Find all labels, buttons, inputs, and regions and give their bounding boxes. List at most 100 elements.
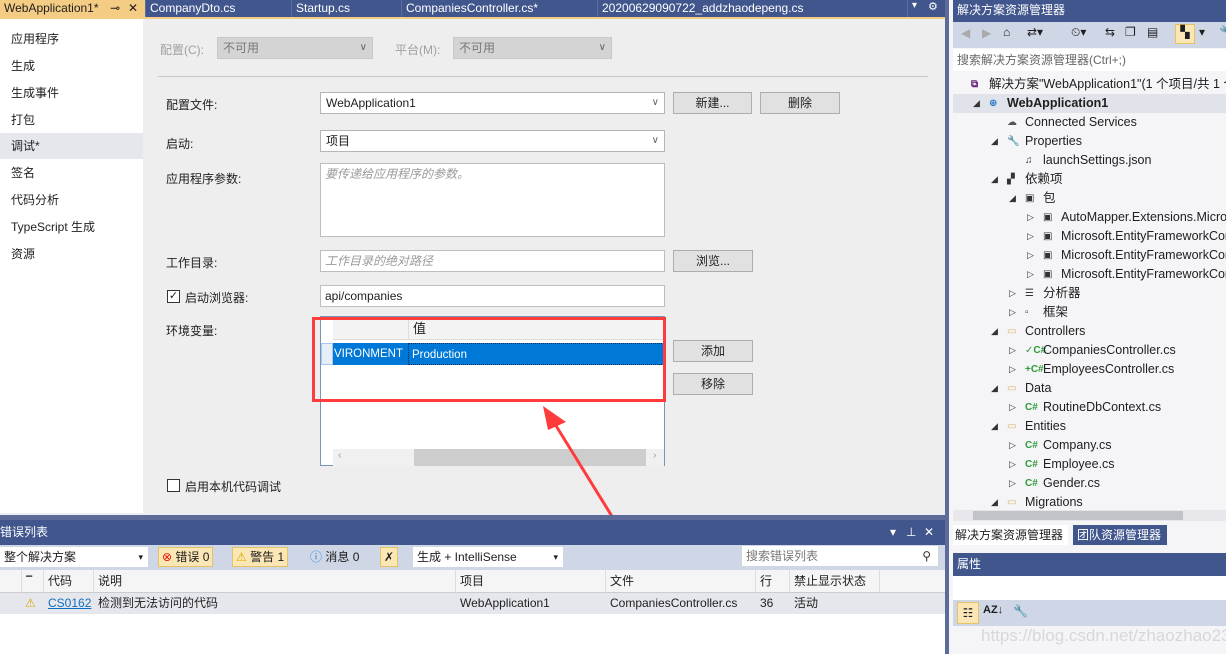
workdir-input[interactable]: 工作目录的绝对路径 xyxy=(320,250,665,272)
tree-item[interactable]: ◢ ⊕ WebApplication1 xyxy=(953,94,1226,113)
property-pages-icon[interactable]: 🔧 xyxy=(1013,604,1028,618)
scroll-right-icon[interactable]: › xyxy=(653,450,656,461)
col-file[interactable]: 文件 xyxy=(606,570,756,592)
errors-filter-button[interactable]: ⊗ 错误 0 xyxy=(158,547,214,567)
gear-icon[interactable]: ⚙ xyxy=(928,0,938,13)
tree-item[interactable]: ▷ C# RoutineDbContext.cs xyxy=(953,398,1226,417)
tree-item[interactable]: ◢ ▭ Controllers xyxy=(953,322,1226,341)
nav-debug[interactable]: 调试* xyxy=(0,133,151,159)
collapse-arrow-icon[interactable]: ◢ xyxy=(991,379,998,398)
tree-item[interactable]: ◢ ▣ 包 xyxy=(953,189,1226,208)
tree-item[interactable]: ♫ launchSettings.json xyxy=(953,151,1226,170)
switch-views-icon[interactable]: ⇄▾ xyxy=(1027,25,1043,39)
tree-item[interactable]: ▷ ▣ Microsoft.EntityFrameworkCore xyxy=(953,227,1226,246)
tab-startup[interactable]: Startup.cs xyxy=(292,0,402,17)
dropdown-icon[interactable]: ▾ xyxy=(1199,25,1205,39)
expand-arrow-icon[interactable]: ▷ xyxy=(1009,474,1016,493)
args-input[interactable]: 要传递给应用程序的参数。 xyxy=(320,163,665,237)
home-icon[interactable]: ⌂ xyxy=(1003,25,1010,39)
nav-signing[interactable]: 签名 xyxy=(0,160,143,186)
tree-item[interactable]: ◢ 🔧 Properties xyxy=(953,132,1226,151)
tree-item[interactable]: ◢ ▭ Data xyxy=(953,379,1226,398)
tree-item[interactable]: ▷ C# Gender.cs xyxy=(953,474,1226,493)
tab-companiescontroller[interactable]: CompaniesController.cs* xyxy=(402,0,598,17)
expand-arrow-icon[interactable]: ▷ xyxy=(1009,303,1016,322)
error-search-input[interactable]: 搜索错误列表 ⚲ xyxy=(742,546,938,566)
scroll-thumb[interactable] xyxy=(973,511,1183,520)
nav-build-events[interactable]: 生成事件 xyxy=(0,80,143,106)
profile-select[interactable]: WebApplication1 ∨ xyxy=(320,92,665,114)
col-suppression[interactable]: 禁止显示状态 xyxy=(790,570,880,592)
tree-item[interactable]: ▷ ▣ Microsoft.EntityFrameworkCore xyxy=(953,265,1226,284)
collapse-arrow-icon[interactable]: ◢ xyxy=(991,322,998,341)
pending-changes-icon[interactable]: ⏲▾ xyxy=(1071,25,1086,40)
tab-dropdown-icon[interactable]: ▾ xyxy=(912,0,917,11)
tree-item[interactable]: ⧉ 解决方案"WebApplication1"(1 个项目/共 1 个) xyxy=(953,75,1226,94)
dropdown-icon[interactable]: ▾ xyxy=(890,520,896,545)
scope-select[interactable]: 整个解决方案 ▾ xyxy=(0,547,148,567)
expand-arrow-icon[interactable]: ▷ xyxy=(1009,455,1016,474)
properties-object-select[interactable] xyxy=(953,576,1226,600)
scroll-left-icon[interactable]: ‹ xyxy=(338,450,341,461)
nav-package[interactable]: 打包 xyxy=(0,107,143,133)
expand-arrow-icon[interactable]: ▷ xyxy=(1009,341,1016,360)
tab-webapplication1[interactable]: WebApplication1* ⊸ ✕ xyxy=(0,0,146,17)
solution-search-input[interactable]: 搜索解决方案资源管理器(Ctrl+;) xyxy=(953,49,1226,71)
tree-item[interactable]: ◢ ▭ Entities xyxy=(953,417,1226,436)
sync-icon[interactable]: ⇆ xyxy=(1105,25,1115,39)
tree-item[interactable]: ▷ ▣ Microsoft.EntityFrameworkCore xyxy=(953,246,1226,265)
col-project[interactable]: 项目 xyxy=(456,570,606,592)
tree-item[interactable]: ▷ ▫ 框架 xyxy=(953,303,1226,322)
native-debug-checkbox[interactable] xyxy=(167,479,180,492)
collapse-arrow-icon[interactable]: ◢ xyxy=(1009,189,1016,208)
col-line[interactable]: 行 xyxy=(756,570,790,592)
tab-team-explorer[interactable]: 团队资源管理器 xyxy=(1073,525,1167,545)
delete-profile-button[interactable]: 删除 xyxy=(760,92,840,114)
col-description[interactable]: 说明 xyxy=(94,570,456,592)
launch-browser-checkbox[interactable]: ✓ xyxy=(167,290,180,303)
expand-arrow-icon[interactable]: ▷ xyxy=(1027,227,1034,246)
preview-icon[interactable]: ▚ xyxy=(1175,24,1195,44)
nav-resources[interactable]: 资源 xyxy=(0,241,143,267)
source-select[interactable]: 生成 + IntelliSense ▾ xyxy=(413,547,563,567)
collapse-arrow-icon[interactable]: ◢ xyxy=(991,132,998,151)
col-category[interactable]: ▔ xyxy=(22,570,44,592)
collapse-arrow-icon[interactable]: ◢ xyxy=(973,94,980,113)
close-icon[interactable]: ✕ xyxy=(924,520,934,545)
sort-alphabetical-icon[interactable]: AZ↓ xyxy=(983,604,1003,616)
expand-arrow-icon[interactable]: ▷ xyxy=(1009,360,1016,379)
tree-item[interactable]: ◢ ▞ 依赖项 xyxy=(953,170,1226,189)
tree-item[interactable]: ▷ ✓C# CompaniesController.cs xyxy=(953,341,1226,360)
wrench-icon[interactable]: 🔧 xyxy=(1219,25,1226,39)
categorized-icon[interactable]: ☷ xyxy=(957,602,979,624)
expand-arrow-icon[interactable]: ▷ xyxy=(1027,246,1034,265)
remove-env-button[interactable]: 移除 xyxy=(673,373,753,395)
browse-button[interactable]: 浏览... xyxy=(673,250,753,272)
nav-application[interactable]: 应用程序 xyxy=(0,26,143,52)
clear-filter-button[interactable]: ✗ xyxy=(380,547,399,567)
pin-icon[interactable]: ⊸ xyxy=(110,0,120,16)
expand-arrow-icon[interactable]: ▷ xyxy=(1027,265,1034,284)
tree-item[interactable]: ▷ C# Employee.cs xyxy=(953,455,1226,474)
nav-typescript-build[interactable]: TypeScript 生成 xyxy=(0,214,143,240)
tab-companydto[interactable]: CompanyDto.cs xyxy=(146,0,292,17)
launch-select[interactable]: 项目 ∨ xyxy=(320,130,665,152)
collapse-all-icon[interactable]: ❐ xyxy=(1125,25,1136,39)
tree-item[interactable]: ▷ ▣ AutoMapper.Extensions.Microsoft.Depend… xyxy=(953,208,1226,227)
expand-arrow-icon[interactable]: ▷ xyxy=(1009,398,1016,417)
expand-arrow-icon[interactable]: ▷ xyxy=(1027,208,1034,227)
col-code[interactable]: 代码 xyxy=(44,570,94,592)
tree-item[interactable]: ▷ ☰ 分析器 xyxy=(953,284,1226,303)
forward-icon[interactable]: ▶ xyxy=(982,26,991,40)
add-env-button[interactable]: 添加 xyxy=(673,340,753,362)
warnings-filter-button[interactable]: ⚠ 警告 1 xyxy=(232,547,289,567)
tab-solution-explorer[interactable]: 解决方案资源管理器 xyxy=(953,525,1068,545)
nav-build[interactable]: 生成 xyxy=(0,53,143,79)
browser-url-input[interactable]: api/companies xyxy=(320,285,665,307)
close-icon[interactable]: ✕ xyxy=(128,0,138,16)
error-code-link[interactable]: CS0162 xyxy=(48,593,91,614)
tab-migration[interactable]: 20200629090722_addzhaodepeng.cs xyxy=(598,0,908,17)
messages-filter-button[interactable]: ⓘ 消息 0 xyxy=(306,547,363,567)
collapse-arrow-icon[interactable]: ◢ xyxy=(991,417,998,436)
expand-arrow-icon[interactable]: ▷ xyxy=(1009,436,1016,455)
